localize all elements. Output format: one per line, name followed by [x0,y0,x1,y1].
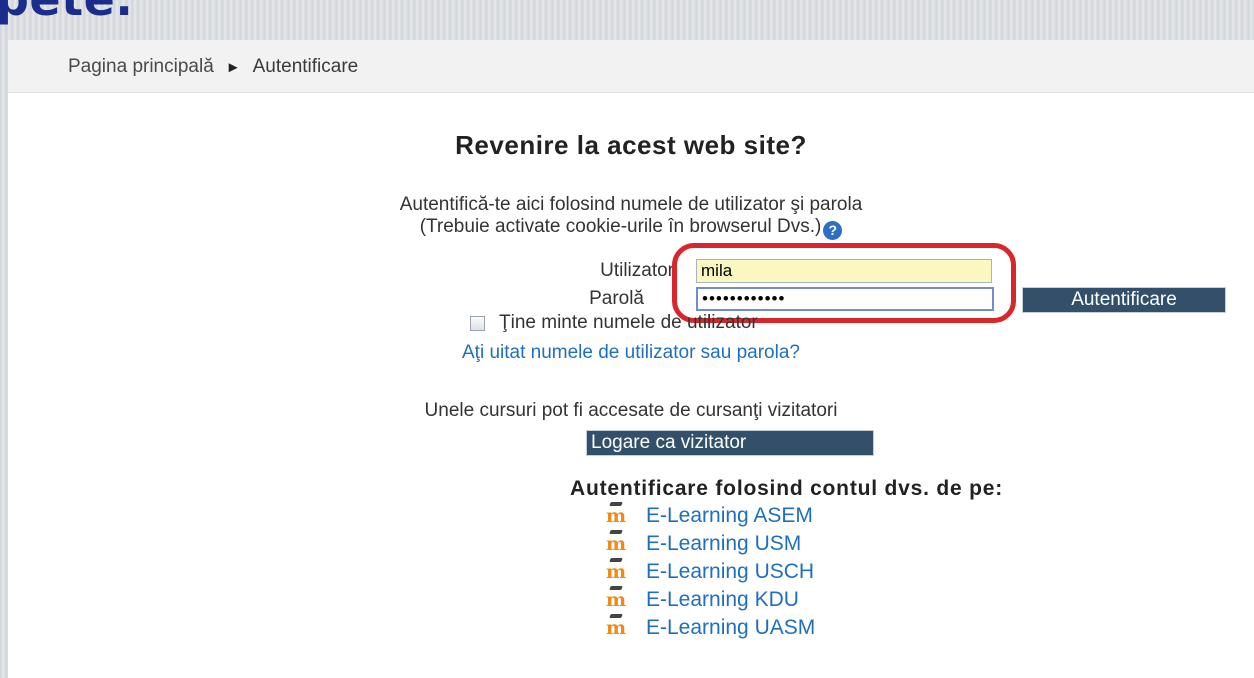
provider-list: m E-Learning ASEM m E-Learning USM m E-L… [606,502,815,642]
provider-link-kdu[interactable]: E-Learning KDU [646,588,799,612]
forgot-credentials-link[interactable]: Aţi uitat numele de utilizator sau parol… [0,342,1254,364]
login-page: Pagina principală ► Autentificare Reveni… [8,40,1254,678]
moodle-icon: m [606,505,646,527]
login-description: Autentifică-te aici folosind numele de u… [0,194,1254,240]
breadcrumb-bar: Pagina principală ► Autentificare [8,40,1254,93]
remember-username-row: Ţine minte numele de utilizator [470,312,758,334]
moodle-icon: m [606,533,646,555]
breadcrumb-separator-icon: ► [225,58,241,76]
slide-title: pete. [0,0,133,26]
breadcrumb: Pagina principală ► Autentificare [68,56,358,78]
list-item: m E-Learning ASEM [606,502,815,530]
username-label: Utilizator [600,260,674,281]
provider-link-usm[interactable]: E-Learning USM [646,532,801,556]
list-item: m E-Learning KDU [606,586,815,614]
breadcrumb-current: Autentificare [252,56,359,77]
provider-link-uasm[interactable]: E-Learning UASM [646,616,815,640]
slide-background: pete. Pagina principală ► Autentificare … [0,0,1254,678]
list-item: m E-Learning USCH [606,558,815,586]
moodle-icon: m [606,589,646,611]
moodle-icon: m [606,617,646,639]
credentials-highlight-outline [672,243,1016,323]
password-label: Parolă [589,288,644,309]
login-description-line2-row: (Trebuie activate cookie-urile în browse… [0,216,1254,240]
remember-username-label: Ţine minte numele de utilizator [499,312,758,333]
login-heading: Revenire la acest web site? [455,130,807,160]
remember-username-checkbox[interactable] [470,315,485,331]
guest-login-button[interactable]: Logare ca vizitator [586,430,874,456]
list-item: m E-Learning USM [606,530,815,558]
help-icon[interactable]: ? [823,221,843,240]
moodle-icon: m [606,561,646,583]
login-button[interactable]: Autentificare [1022,287,1226,313]
provider-link-asem[interactable]: E-Learning ASEM [646,504,813,528]
list-item: m E-Learning UASM [606,614,815,642]
alternate-login-heading: Autentificare folosind contul dvs. de pe… [570,477,1003,500]
login-description-line1: Autentifică-te aici folosind numele de u… [399,194,863,215]
provider-link-usch[interactable]: E-Learning USCH [646,560,814,584]
breadcrumb-home-link[interactable]: Pagina principală [68,56,214,78]
guest-access-note: Unele cursuri pot fi accesate de cursanţ… [424,400,838,421]
login-description-line2: (Trebuie activate cookie-urile în browse… [419,216,822,237]
